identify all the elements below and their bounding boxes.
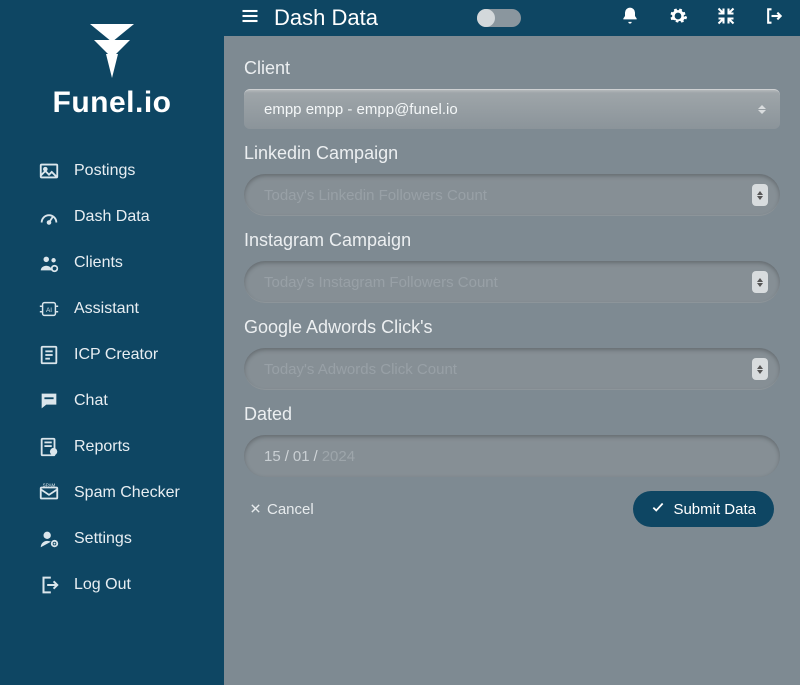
document-list-icon — [38, 344, 60, 366]
close-icon — [250, 501, 261, 518]
hamburger-icon[interactable] — [240, 6, 260, 31]
image-icon — [38, 160, 60, 182]
brand: Funel.io — [0, 18, 224, 120]
sidebar-item-label: ICP Creator — [74, 346, 158, 364]
sidebar-item-label: Clients — [74, 254, 123, 272]
sidebar-item-settings[interactable]: Settings — [0, 516, 224, 562]
logout-icon — [38, 574, 60, 596]
instagram-input[interactable]: Today's Instagram Followers Count — [244, 261, 780, 303]
sidebar-item-postings[interactable]: Postings — [0, 148, 224, 194]
date-input[interactable]: 15 / 01 / 2024 — [244, 435, 780, 477]
client-select-value: empp empp - empp@funel.io — [264, 101, 458, 118]
gear-icon[interactable] — [668, 6, 688, 31]
users-icon — [38, 252, 60, 274]
date-day: 15 — [264, 448, 281, 465]
sidebar-item-reports[interactable]: Reports — [0, 424, 224, 470]
check-icon — [651, 500, 665, 518]
ai-chip-icon: AI — [38, 298, 60, 320]
field-client: Client empp empp - empp@funel.io — [244, 58, 780, 129]
svg-text:SPAM: SPAM — [43, 483, 56, 488]
field-adwords: Google Adwords Click's Today's Adwords C… — [244, 317, 780, 390]
sidebar-item-spam-checker[interactable]: SPAM Spam Checker — [0, 470, 224, 516]
user-settings-icon — [38, 528, 60, 550]
select-chevron-icon — [758, 105, 766, 114]
bell-icon[interactable] — [620, 6, 640, 31]
form-panel: Client empp empp - empp@funel.io Linkedi… — [224, 36, 800, 685]
sidebar-item-label: Spam Checker — [74, 484, 180, 502]
sidebar-item-label: Log Out — [74, 576, 131, 594]
sidebar-item-logout[interactable]: Log Out — [0, 562, 224, 608]
report-icon — [38, 436, 60, 458]
chat-icon — [38, 390, 60, 412]
sidebar-item-label: Assistant — [74, 300, 139, 318]
sidebar-item-label: Postings — [74, 162, 135, 180]
brand-name: Funel.io — [53, 86, 172, 120]
linkedin-placeholder: Today's Linkedin Followers Count — [264, 187, 487, 204]
field-linkedin: Linkedin Campaign Today's Linkedin Follo… — [244, 143, 780, 216]
submit-button[interactable]: Submit Data — [633, 491, 774, 527]
adwords-placeholder: Today's Adwords Click Count — [264, 361, 457, 378]
sidebar-item-label: Settings — [74, 530, 132, 548]
stepper-icon[interactable] — [752, 358, 768, 380]
svg-text:AI: AI — [46, 307, 52, 314]
instagram-label: Instagram Campaign — [244, 230, 780, 251]
field-dated: Dated 15 / 01 / 2024 — [244, 404, 780, 477]
sidebar-item-label: Chat — [74, 392, 108, 410]
content-pane: Dash Data Client empp empp - empp@funel.… — [224, 0, 800, 685]
page-title: Dash Data — [274, 5, 378, 31]
linkedin-input[interactable]: Today's Linkedin Followers Count — [244, 174, 780, 216]
topbar: Dash Data — [224, 0, 800, 36]
topbar-icons — [620, 6, 784, 31]
signout-icon[interactable] — [764, 6, 784, 31]
instagram-placeholder: Today's Instagram Followers Count — [264, 274, 498, 291]
brand-logo-icon — [80, 18, 144, 82]
gauge-icon — [38, 206, 60, 228]
field-instagram: Instagram Campaign Today's Instagram Fol… — [244, 230, 780, 303]
sidebar-item-chat[interactable]: Chat — [0, 378, 224, 424]
cancel-button[interactable]: Cancel — [250, 501, 314, 518]
sidebar-item-label: Dash Data — [74, 208, 150, 226]
sidebar: Funel.io Postings Dash Data Clients AI A… — [0, 0, 224, 685]
adwords-label: Google Adwords Click's — [244, 317, 780, 338]
stepper-icon[interactable] — [752, 184, 768, 206]
client-select[interactable]: empp empp - empp@funel.io — [244, 89, 780, 129]
date-sep: / — [314, 448, 318, 465]
stepper-icon[interactable] — [752, 271, 768, 293]
form-actions: Cancel Submit Data — [244, 491, 780, 527]
date-year: 2024 — [322, 448, 355, 465]
sidebar-nav: Postings Dash Data Clients AI Assistant … — [0, 148, 224, 608]
sidebar-item-dash-data[interactable]: Dash Data — [0, 194, 224, 240]
sidebar-item-assistant[interactable]: AI Assistant — [0, 286, 224, 332]
date-sep: / — [285, 448, 289, 465]
theme-toggle[interactable] — [477, 9, 521, 27]
client-label: Client — [244, 58, 780, 79]
cancel-label: Cancel — [267, 501, 314, 518]
spam-icon: SPAM — [38, 482, 60, 504]
dated-label: Dated — [244, 404, 780, 425]
sidebar-item-icp-creator[interactable]: ICP Creator — [0, 332, 224, 378]
sidebar-item-label: Reports — [74, 438, 130, 456]
submit-label: Submit Data — [673, 501, 756, 518]
linkedin-label: Linkedin Campaign — [244, 143, 780, 164]
adwords-input[interactable]: Today's Adwords Click Count — [244, 348, 780, 390]
sidebar-item-clients[interactable]: Clients — [0, 240, 224, 286]
collapse-icon[interactable] — [716, 6, 736, 31]
date-month: 01 — [293, 448, 310, 465]
